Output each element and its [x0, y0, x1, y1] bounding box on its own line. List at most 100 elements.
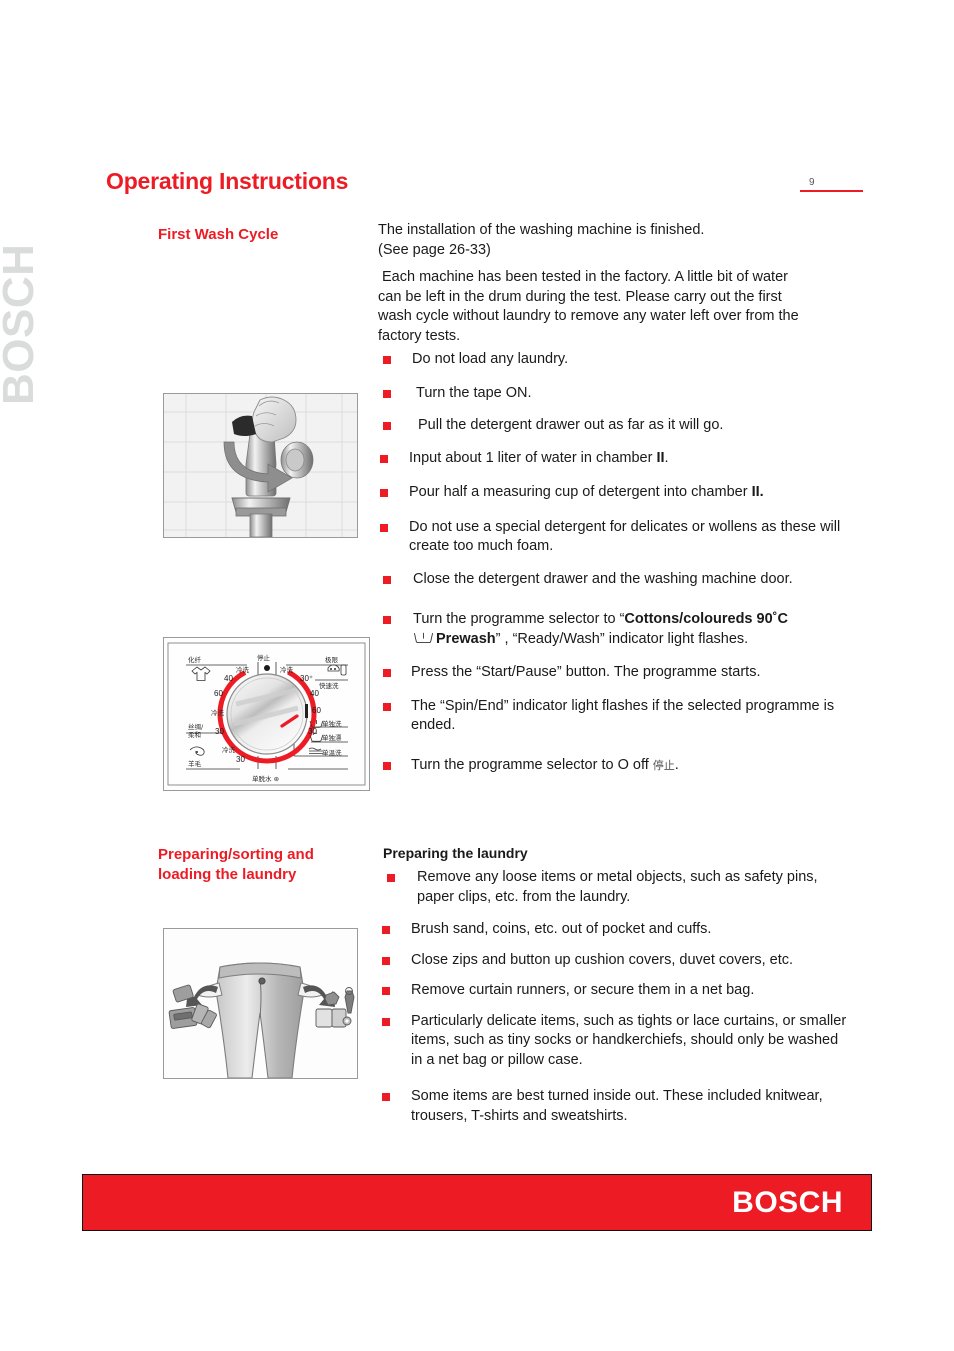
- footer-banner: BOSCH: [82, 1174, 872, 1231]
- section-heading-first-wash-cycle: First Wash Cycle: [158, 225, 363, 245]
- panel-label: 停止: [257, 653, 271, 662]
- list-item-text: Press the “Start/Pause” button. The prog…: [411, 664, 761, 680]
- panel-label: 羊毛: [188, 759, 202, 768]
- bosch-logo: BOSCH: [732, 1185, 843, 1219]
- list-item-text: Remove curtain runners, or secure them i…: [411, 982, 755, 998]
- programme-instruction-prefix: Turn the programme selector to “: [413, 611, 625, 627]
- programme-instruction-rest: ” , “Ready/Wash” indicator light flashes…: [495, 630, 749, 647]
- panel-label-cold: 冷洗: [280, 665, 294, 674]
- list-item-text-suffix: .: [664, 449, 669, 466]
- bullet-square-icon: [383, 761, 391, 770]
- list-item-text: Input about 1 liter of water in chamber …: [409, 449, 848, 469]
- list-item-text-prefix: Pour half a measuring cup of detergent i…: [409, 484, 752, 500]
- list-item: Turn the programme selector to O off 停止.: [378, 756, 848, 777]
- chamber-label-bold: II: [656, 449, 665, 466]
- dial-number: 60: [214, 689, 223, 698]
- intro-paragraph-factory-test: Each machine has been tested in the fact…: [378, 269, 799, 344]
- bullet-square-icon: [383, 422, 391, 430]
- list-item: Turn the tape ON.: [378, 384, 848, 404]
- list-item-text: Some items are best turned inside out. T…: [411, 1088, 823, 1124]
- dial-number: 40: [224, 674, 233, 683]
- bullet-square-icon: [382, 1093, 390, 1101]
- page-number-rule: [800, 190, 863, 192]
- dial-number: 30: [215, 727, 224, 736]
- list-item: Close zips and button up cushion covers,…: [378, 951, 848, 971]
- list-item-text: Pour half a measuring cup of detergent i…: [409, 483, 848, 503]
- list-item-text: Close the detergent drawer and the washi…: [413, 570, 793, 587]
- dial-number: 30: [236, 755, 245, 764]
- off-instruction-prefix: Turn the programme selector to O off: [411, 756, 653, 773]
- bullet-square-icon: [387, 874, 395, 882]
- preparing-laundry-bullet-list: Remove any loose items or metal objects,…: [378, 868, 848, 1126]
- off-instruction-suffix: .: [674, 756, 679, 773]
- programme-name-bold: Cottons/coloureds 90˚C: [624, 611, 788, 627]
- bosch-watermark: BOSCH: [0, 243, 43, 405]
- bullet-square-icon: [380, 489, 388, 497]
- bullet-square-icon: [382, 956, 390, 965]
- list-item-text: The “Spin/End” indicator light flashes i…: [411, 697, 835, 734]
- panel-label: 极限: [325, 655, 339, 664]
- sub-heading-preparing-the-laundry: Preparing the laundry: [383, 845, 528, 861]
- page-number: 9: [809, 177, 815, 188]
- dial-number: 60: [312, 706, 321, 715]
- prewash-tub-icon: [413, 632, 434, 644]
- list-item: Turn the programme selector to “Cottons/…: [378, 610, 848, 649]
- dial-number: 30⁺: [300, 674, 313, 683]
- list-item: Brush sand, coins, etc. out of pocket an…: [378, 920, 848, 940]
- bullet-square-icon: [382, 926, 390, 934]
- panel-label: 柔和: [188, 730, 201, 739]
- list-item-text: Turn the programme selector to “Cottons/…: [413, 610, 848, 649]
- list-item: Pour half a measuring cup of detergent i…: [378, 483, 848, 503]
- prewash-label-bold: Prewash: [436, 630, 496, 647]
- panel-label: 单脱水 ⊛: [252, 774, 279, 783]
- bullet-square-icon: [383, 356, 391, 364]
- first-wash-cycle-bullet-list: Do not load any laundry. Turn the tape O…: [378, 350, 848, 776]
- chamber-label-bold: II.: [751, 484, 764, 500]
- page-number-block: 9: [800, 178, 870, 192]
- list-item: Press the “Start/Pause” button. The prog…: [378, 663, 848, 683]
- list-item: Input about 1 liter of water in chamber …: [378, 449, 848, 469]
- bullet-square-icon: [382, 1017, 390, 1026]
- panel-label-cold: 冷洗: [236, 665, 250, 674]
- emptying-trouser-pockets-illustration: [163, 928, 358, 1079]
- section-heading-text: Preparing/sorting and loading the laundr…: [158, 846, 314, 883]
- hand-turning-tap-illustration: [163, 393, 358, 538]
- panel-label-cold: 冷洗: [222, 745, 236, 754]
- bullet-square-icon: [383, 616, 391, 624]
- dial-number: 40: [310, 689, 319, 698]
- list-item-text: Turn the tape ON.: [416, 384, 532, 401]
- list-item-text-prefix: Input about 1 liter of water in chamber: [409, 449, 657, 466]
- bullet-square-icon: [383, 702, 391, 711]
- bullet-square-icon: [383, 669, 391, 677]
- off-instruction-cjk: 停止: [652, 759, 675, 772]
- list-item: The “Spin/End” indicator light flashes i…: [378, 697, 848, 736]
- list-item: Some items are best turned inside out. T…: [378, 1087, 848, 1126]
- bullet-square-icon: [380, 523, 388, 532]
- list-item-text: Do not use a special detergent for delic…: [409, 518, 841, 555]
- list-item-text: Do not load any laundry.: [412, 351, 569, 367]
- list-item-text: Brush sand, coins, etc. out of pocket an…: [411, 921, 712, 937]
- panel-label-cold: 冷洗: [211, 708, 225, 717]
- list-item: Pull the detergent drawer out as far as …: [378, 416, 848, 436]
- panel-label: 单独洗: [322, 719, 342, 728]
- list-item-text: Close zips and button up cushion covers,…: [411, 951, 794, 968]
- list-item: Particularly delicate items, such as tig…: [378, 1012, 848, 1071]
- list-item: Close the detergent drawer and the washi…: [378, 570, 848, 590]
- bullet-square-icon: [383, 575, 391, 584]
- list-item-text: Pull the detergent drawer out as far as …: [418, 417, 724, 433]
- page-title: Operating Instructions: [106, 168, 349, 194]
- bullet-square-icon: [380, 454, 388, 463]
- intro-line-1: The installation of the washing machine …: [378, 222, 705, 258]
- panel-label: 单独漂: [322, 733, 342, 742]
- list-item: Do not load any laundry.: [378, 350, 848, 370]
- list-item-text: Turn the programme selector to O off 停止.: [411, 756, 848, 777]
- panel-label: 化纤: [188, 655, 202, 664]
- list-item: Do not use a special detergent for delic…: [378, 518, 848, 557]
- section-heading-text: First Wash Cycle: [158, 226, 279, 243]
- panel-label: 丝绸/: [188, 722, 204, 731]
- list-item-text: Remove any loose items or metal objects,…: [417, 869, 818, 905]
- bullet-square-icon: [383, 389, 391, 398]
- bullet-square-icon: [382, 987, 390, 995]
- panel-label: 快速洗: [319, 681, 339, 690]
- section-heading-preparing-laundry: Preparing/sorting and loading the laundr…: [158, 845, 363, 885]
